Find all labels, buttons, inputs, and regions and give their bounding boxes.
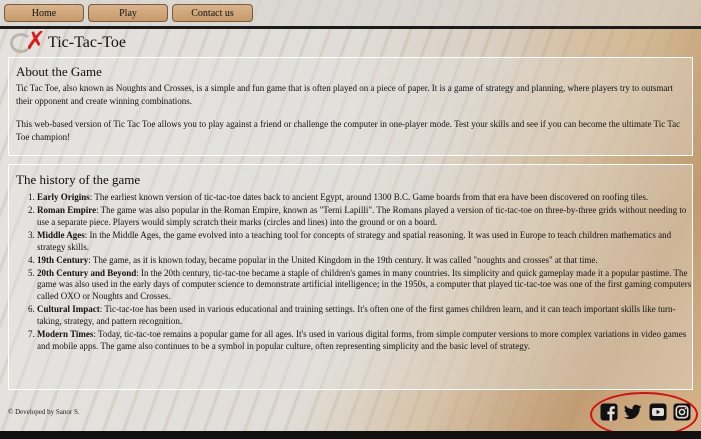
history-list: Early Origins: The earliest known versio…	[27, 192, 697, 354]
about-paragraph-1: Tic Tac Toe, also known as Noughts and C…	[16, 83, 673, 106]
list-item: Roman Empire: The game was also popular …	[37, 205, 697, 229]
nav-contact-button[interactable]: Contact us	[172, 4, 253, 22]
list-item-title: 20th Century and Beyond	[37, 267, 137, 278]
list-item: 20th Century and Beyond: In the 20th cen…	[37, 268, 697, 303]
list-item-text: : Today, tic-tac-toe remains a popular g…	[37, 328, 687, 351]
history-section: The history of the game Early Origins: T…	[8, 164, 693, 390]
list-item-text: : Tic-tac-toe has been used in various e…	[37, 304, 676, 326]
list-item: Middle Ages: In the Middle Ages, the gam…	[37, 230, 697, 254]
bottom-bar	[0, 431, 701, 439]
footer-credit: © Developed by Sanor S.	[8, 408, 80, 416]
facebook-icon[interactable]	[600, 403, 618, 421]
list-item: 19th Century: The game, as it is known t…	[37, 255, 697, 267]
about-section: About the Game Tic Tac Toe, also known a…	[8, 57, 693, 156]
list-item-text: : The game was also popular in the Roman…	[37, 204, 687, 227]
about-heading: About the Game	[16, 64, 102, 79]
list-item: Early Origins: The earliest known versio…	[37, 192, 697, 204]
list-item-title: 19th Century	[37, 254, 89, 265]
twitter-icon[interactable]	[624, 403, 642, 421]
list-item-title: Roman Empire	[37, 204, 97, 215]
youtube-icon[interactable]	[649, 403, 667, 421]
nav-home-button[interactable]: Home	[4, 4, 84, 22]
x-mark-icon: ✗	[25, 26, 46, 55]
nav-bar: Home Play Contact us	[0, 0, 701, 29]
about-paragraph-2: This web-based version of Tic Tac Toe al…	[16, 119, 681, 142]
list-item-title: Middle Ages	[37, 229, 85, 240]
list-item: Cultural Impact: Tic-tac-toe has been us…	[37, 304, 697, 328]
nav-play-button[interactable]: Play	[88, 4, 168, 22]
list-item-title: Early Origins	[37, 192, 90, 202]
list-item-text: : In the Middle Ages, the game evolved i…	[37, 229, 672, 252]
instagram-icon[interactable]	[673, 403, 691, 421]
list-item-title: Cultural Impact	[37, 304, 100, 315]
page-title: Tic-Tac-Toe	[48, 34, 127, 51]
list-item: Modern Times: Today, tic-tac-toe remains…	[37, 329, 697, 353]
list-item-text: : The earliest known version of tic-tac-…	[89, 192, 649, 202]
list-item-text: : In the 20th century, tic-tac-toe becam…	[37, 267, 692, 302]
list-item-text: : The game, as it is known today, became…	[88, 254, 598, 265]
history-heading: The history of the game	[16, 172, 141, 187]
list-item-title: Modern Times	[37, 328, 94, 339]
